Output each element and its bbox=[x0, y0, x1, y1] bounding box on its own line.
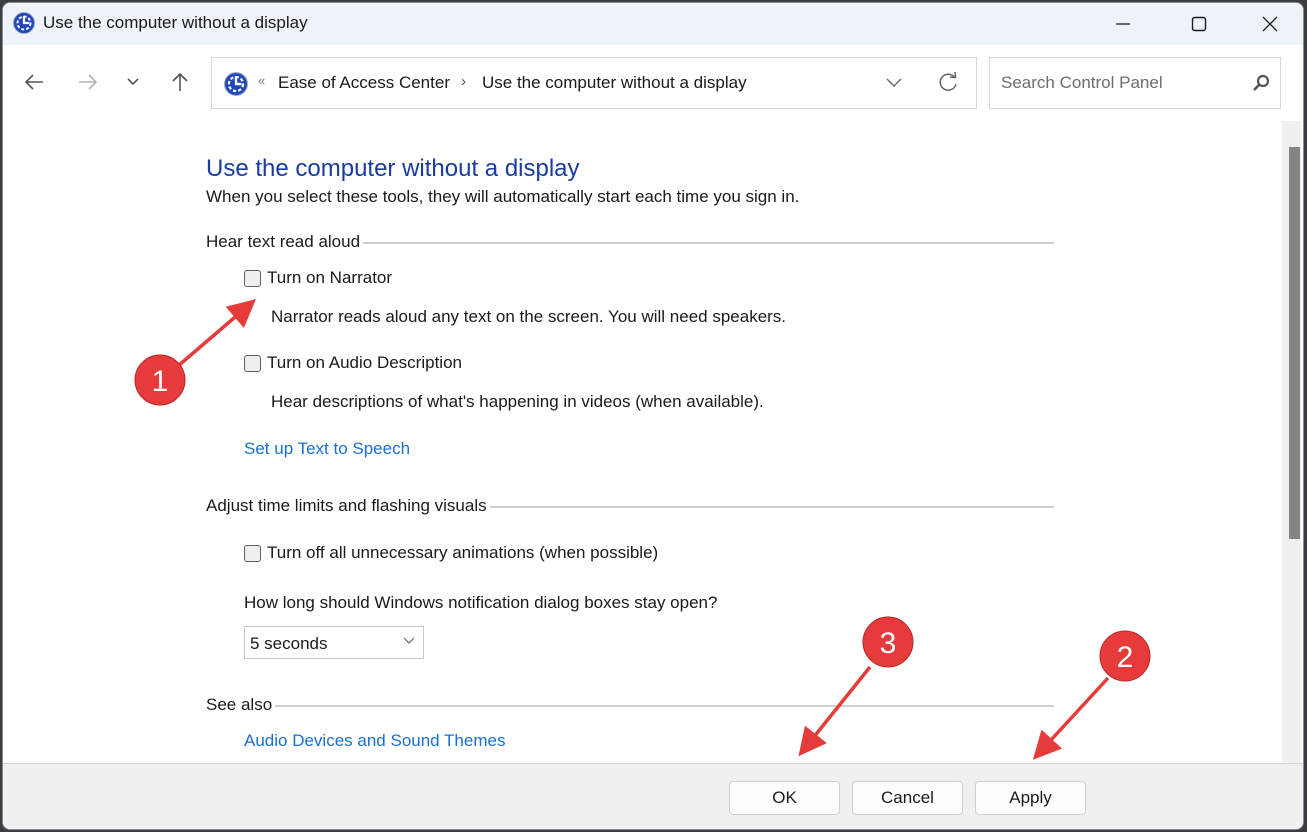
select-value: 5 seconds bbox=[250, 634, 328, 653]
maximize-icon bbox=[1191, 16, 1207, 32]
back-arrow-icon bbox=[24, 74, 43, 90]
section-hear-text-read-aloud: Hear text read aloud bbox=[206, 231, 1054, 253]
audio-description-description: Hear descriptions of what's happening in… bbox=[271, 392, 764, 411]
notification-duration-question: How long should Windows notification dia… bbox=[244, 593, 718, 612]
section-label: Hear text read aloud bbox=[206, 232, 361, 251]
search-icon[interactable] bbox=[1252, 74, 1270, 92]
ok-button[interactable]: OK bbox=[729, 781, 840, 815]
dialog-footer: OK Cancel Apply bbox=[3, 763, 1303, 829]
search-placeholder: Search Control Panel bbox=[1001, 73, 1163, 92]
section-see-also: See also bbox=[206, 694, 1054, 716]
chevron-down-icon bbox=[403, 637, 415, 644]
breadcrumb-overflow[interactable]: « bbox=[258, 73, 265, 88]
content-pane: Use the computer without a display When … bbox=[3, 121, 1265, 763]
section-label: Adjust time limits and flashing visuals bbox=[206, 496, 487, 515]
ease-of-access-icon bbox=[13, 12, 35, 34]
window-title: Use the computer without a display bbox=[43, 13, 308, 32]
forward-button[interactable] bbox=[73, 67, 103, 97]
title-bar: Use the computer without a display bbox=[3, 3, 1303, 45]
close-button[interactable] bbox=[1235, 3, 1303, 45]
chevron-down-icon[interactable] bbox=[884, 72, 904, 92]
animations-label[interactable]: Turn off all unnecessary animations (whe… bbox=[267, 543, 658, 563]
vertical-scrollbar[interactable] bbox=[1282, 121, 1301, 763]
chevron-down-icon bbox=[127, 78, 139, 86]
minimize-button[interactable] bbox=[1088, 3, 1158, 45]
section-divider bbox=[489, 506, 1054, 508]
set-up-text-to-speech-link[interactable]: Set up Text to Speech bbox=[244, 439, 410, 459]
cancel-button[interactable]: Cancel bbox=[852, 781, 963, 815]
breadcrumb-ease-of-access-center[interactable]: Ease of Access Center bbox=[278, 73, 450, 93]
page-title: Use the computer without a display bbox=[206, 155, 580, 182]
notification-duration-select[interactable]: 5 seconds bbox=[244, 626, 424, 659]
narrator-option[interactable]: Turn on Narrator bbox=[244, 268, 392, 288]
close-icon bbox=[1262, 16, 1278, 32]
refresh-icon[interactable] bbox=[936, 70, 960, 94]
minimize-icon bbox=[1116, 23, 1130, 25]
narrator-description: Narrator reads aloud any text on the scr… bbox=[271, 307, 787, 326]
section-label: See also bbox=[206, 695, 273, 714]
navigation-bar: « Ease of Access Center › Use the comput… bbox=[3, 45, 1303, 121]
search-input[interactable]: Search Control Panel bbox=[989, 57, 1281, 109]
section-adjust-time-limits: Adjust time limits and flashing visuals bbox=[206, 495, 1054, 517]
narrator-label[interactable]: Turn on Narrator bbox=[267, 268, 392, 288]
address-bar[interactable]: « Ease of Access Center › Use the comput… bbox=[211, 57, 977, 109]
audio-devices-link[interactable]: Audio Devices and Sound Themes bbox=[244, 731, 505, 751]
breadcrumb-separator[interactable]: › bbox=[461, 73, 466, 90]
maximize-button[interactable] bbox=[1164, 3, 1234, 45]
animations-option[interactable]: Turn off all unnecessary animations (whe… bbox=[244, 543, 658, 563]
audio-description-label[interactable]: Turn on Audio Description bbox=[267, 353, 462, 373]
scrollbar-thumb[interactable] bbox=[1289, 147, 1300, 539]
audio-description-checkbox[interactable] bbox=[244, 354, 261, 372]
up-button[interactable] bbox=[165, 67, 195, 97]
breadcrumb-current-page[interactable]: Use the computer without a display bbox=[482, 73, 747, 93]
recent-locations-button[interactable] bbox=[118, 67, 148, 97]
ease-of-access-icon bbox=[224, 72, 248, 96]
up-arrow-icon bbox=[172, 72, 188, 91]
narrator-checkbox[interactable] bbox=[244, 269, 261, 287]
apply-button[interactable]: Apply bbox=[975, 781, 1086, 815]
audio-description-option[interactable]: Turn on Audio Description bbox=[244, 353, 462, 373]
page-subtitle: When you select these tools, they will a… bbox=[206, 187, 800, 206]
section-divider bbox=[363, 242, 1054, 244]
back-button[interactable] bbox=[19, 67, 49, 97]
section-divider bbox=[275, 705, 1054, 707]
dialog-window: Use the computer without a display « Eas… bbox=[2, 2, 1304, 830]
forward-arrow-icon bbox=[79, 74, 98, 90]
animations-checkbox[interactable] bbox=[244, 544, 261, 562]
